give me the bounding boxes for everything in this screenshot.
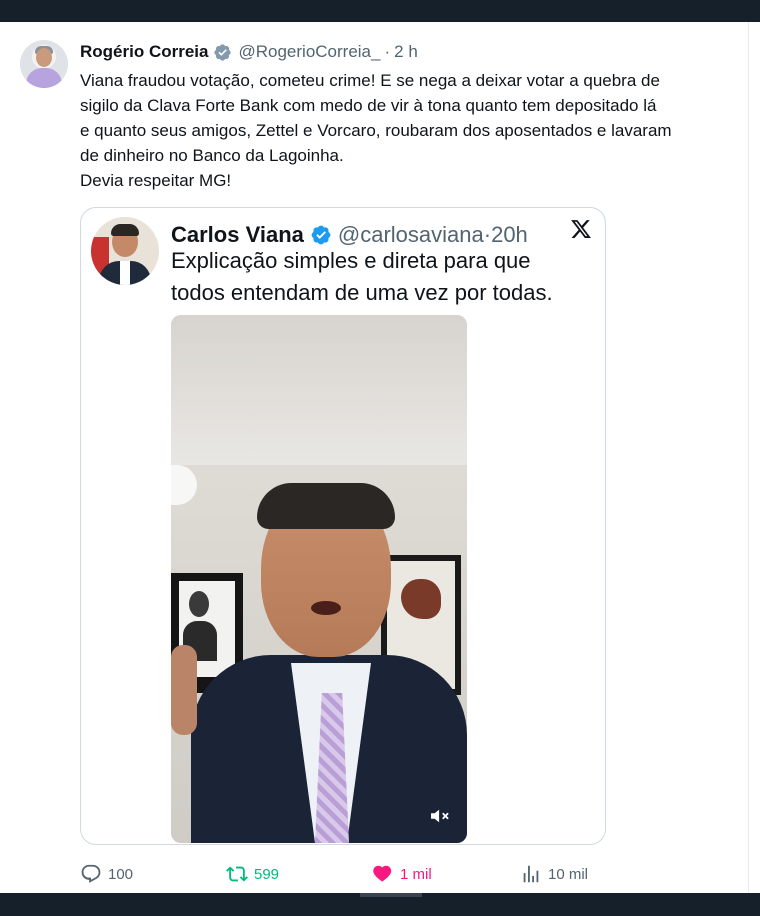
reply-count: 100 [108, 865, 134, 883]
tweet-actions: 100 599 1 mil 10 mil [80, 860, 620, 888]
reply-button[interactable]: 100 [80, 860, 133, 888]
tweet-text: Viana fraudou votação, cometeu crime! E … [80, 68, 740, 193]
views-icon [523, 865, 539, 883]
quoted-tweet-card[interactable]: Carlos Viana @carlosaviana · 20h Explica… [80, 207, 606, 845]
retweet-icon [226, 866, 248, 882]
tweet-header: Rogério Correia @RogerioCorreia_ · 2 h [80, 41, 418, 63]
verified-badge-icon [311, 225, 331, 245]
quoted-author-avatar[interactable] [91, 217, 159, 285]
column-divider [748, 22, 749, 893]
tweet-text-line: sigilo da Clava Forte Bank com medo de v… [80, 96, 657, 115]
views-button[interactable]: 10 mil [520, 860, 588, 888]
retweet-count: 599 [254, 865, 280, 883]
tweet-text-line: Viana fraudou votação, cometeu crime! E … [80, 71, 660, 90]
author-name[interactable]: Rogério Correia [80, 42, 208, 62]
author-handle[interactable]: @RogerioCorreia_ [238, 42, 380, 62]
video-player[interactable] [171, 315, 467, 843]
window-bottom-bar [0, 893, 760, 916]
reply-icon [81, 864, 101, 883]
quoted-text-line: todos entendam de uma vez por todas. [171, 280, 553, 305]
tweet-text-line: de dinheiro no Banco da Lagoinha. [80, 146, 344, 165]
retweet-button[interactable]: 599 [226, 860, 279, 888]
like-count: 1 mil [400, 865, 432, 883]
like-icon [373, 865, 392, 882]
view-count: 10 mil [548, 865, 589, 883]
x-logo-icon [571, 220, 591, 238]
tweet-timestamp[interactable]: 2 h [394, 42, 418, 62]
quoted-text-line: Explicação simples e direta para que [171, 248, 531, 273]
quoted-tweet-text: Explicação simples e direta para que tod… [171, 245, 591, 309]
mute-icon[interactable] [429, 807, 451, 825]
author-avatar[interactable] [20, 40, 68, 88]
header-separator: · [384, 42, 391, 61]
like-button[interactable]: 1 mil [372, 860, 432, 888]
tweet-text-line: e quanto seus amigos, Zettel e Vorcaro, … [80, 121, 672, 140]
verified-badge-icon [214, 43, 232, 61]
window-top-bar [0, 0, 760, 22]
tweet-text-line: Devia respeitar MG! [80, 171, 232, 190]
